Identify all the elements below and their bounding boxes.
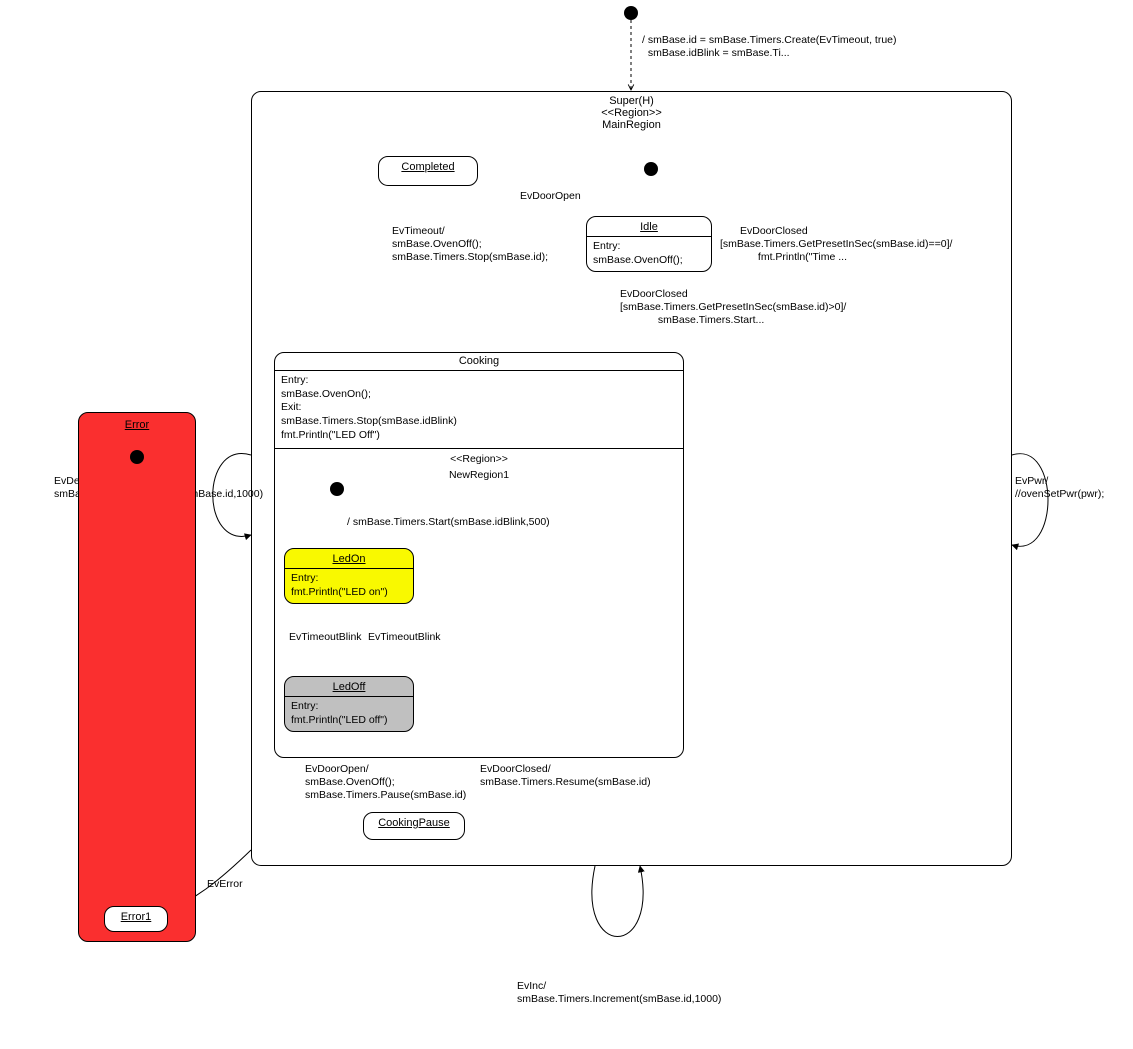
ledoff-to-ledon-label: EvTimeoutBlink <box>368 631 441 644</box>
cooking-entry-action: smBase.OvenOn(); <box>281 388 371 400</box>
state-ledoff[interactable]: LedOff Entry: fmt.Println("LED off") <box>284 676 414 732</box>
initial-pseudostate-cooking-region <box>330 482 344 496</box>
cooking-to-pause-event: EvDoorOpen/ <box>305 763 369 776</box>
idle-entry-action: smBase.OvenOff(); <box>593 254 683 266</box>
state-cooking-name: Cooking <box>459 355 499 367</box>
initial-pseudostate-mainregion <box>644 162 658 176</box>
cooking-exit-label: Exit: <box>281 401 301 413</box>
ledon-entry-label: Entry: <box>291 572 318 584</box>
idle-to-cooking-event: EvDoorClosed <box>620 288 688 301</box>
state-cookingpause[interactable]: CookingPause <box>363 812 465 840</box>
state-error[interactable]: Error <box>78 412 196 942</box>
cooking-region-name: NewRegion1 <box>275 465 683 481</box>
super-evinc-label: EvInc/ smBase.Timers.Increment(smBase.id… <box>517 980 721 1006</box>
cooking-exit-action1: smBase.Timers.Stop(smBase.idBlink) <box>281 415 457 427</box>
state-ledoff-name: LedOff <box>285 677 413 693</box>
top-init-action-label: / smBase.id = smBase.Timers.Create(EvTim… <box>642 34 897 60</box>
cooking-to-completed-event: EvTimeout/ <box>392 225 445 238</box>
ledon-entry-action: fmt.Println("LED on") <box>291 586 388 598</box>
idle-self-guard: [smBase.Timers.GetPresetInSec(smBase.id)… <box>720 238 952 264</box>
state-ledon-name: LedOn <box>285 549 413 565</box>
initial-pseudostate-top <box>624 6 638 20</box>
completed-to-idle-label: EvDoorOpen <box>520 190 581 203</box>
state-error1-name: Error1 <box>105 907 167 923</box>
pause-to-cooking-action: smBase.Timers.Resume(smBase.id) <box>480 776 651 789</box>
state-completed-name: Completed <box>379 157 477 173</box>
ledoff-entry-action: fmt.Println("LED off") <box>291 714 388 726</box>
state-error1[interactable]: Error1 <box>104 906 168 932</box>
ledoff-entry-label: Entry: <box>291 700 318 712</box>
initial-pseudostate-error <box>130 450 144 464</box>
cooking-to-pause-action: smBase.OvenOff(); smBase.Timers.Pause(sm… <box>305 776 466 802</box>
state-error-name: Error <box>79 413 195 431</box>
cooking-entry-label: Entry: <box>281 374 308 386</box>
cooking-exit-action2: fmt.Println("LED Off") <box>281 429 380 441</box>
state-completed[interactable]: Completed <box>378 156 478 186</box>
super-region-stereotype: <<Region>> <box>252 107 1011 119</box>
idle-to-cooking-guard: [smBase.Timers.GetPresetInSec(smBase.id)… <box>620 301 846 327</box>
super-region-name: MainRegion <box>252 119 1011 131</box>
cooking-init-action: / smBase.Timers.Start(smBase.idBlink,500… <box>347 516 550 529</box>
idle-entry-label: Entry: <box>593 240 620 252</box>
super-evpwr-label: EvPwr/ //ovenSetPwr(pwr); <box>1015 475 1104 501</box>
ledon-to-ledoff-label: EvTimeoutBlink <box>289 631 362 644</box>
cooking-to-completed-action: smBase.OvenOff(); smBase.Timers.Stop(smB… <box>392 238 548 264</box>
state-cookingpause-name: CookingPause <box>364 813 464 829</box>
idle-self-event: EvDoorClosed <box>740 225 808 238</box>
state-idle[interactable]: Idle Entry: smBase.OvenOff(); <box>586 216 712 272</box>
super-to-error1-label: EvError <box>207 878 243 891</box>
cooking-region-stereotype: <<Region>> <box>275 449 683 465</box>
pause-to-cooking-event: EvDoorClosed/ <box>480 763 551 776</box>
state-ledon[interactable]: LedOn Entry: fmt.Println("LED on") <box>284 548 414 604</box>
state-super-title: Super(H) <box>609 95 654 107</box>
state-idle-name: Idle <box>587 217 711 233</box>
